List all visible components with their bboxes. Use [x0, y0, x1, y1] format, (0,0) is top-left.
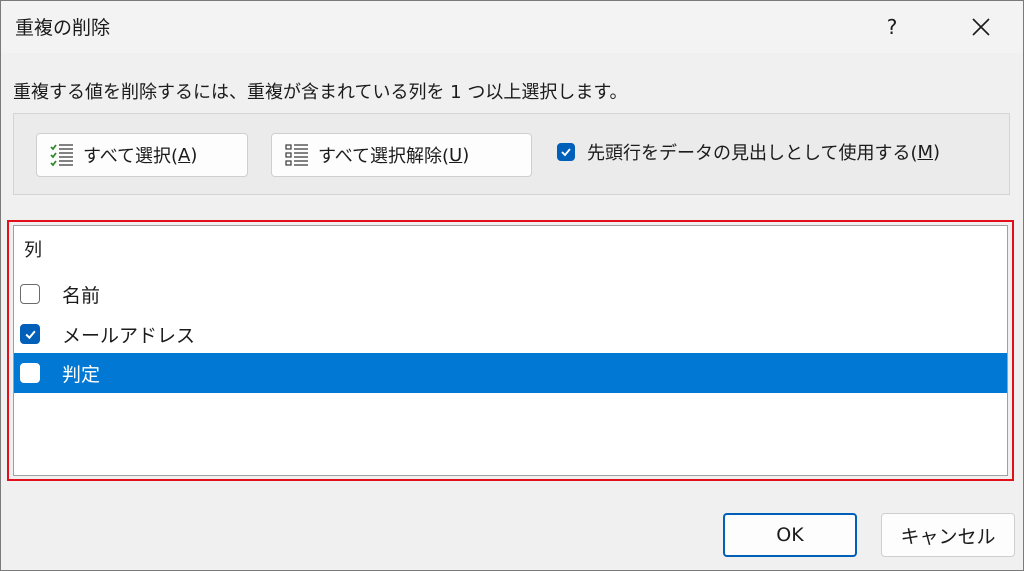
ok-button[interactable]: OK	[723, 513, 857, 557]
help-button[interactable]: ?	[867, 7, 917, 47]
deselect-all-suffix: )	[462, 144, 470, 166]
close-icon	[972, 18, 990, 36]
dialog-title: 重複の削除	[15, 17, 111, 39]
deselect-all-button[interactable]: すべて選択解除(U)	[271, 133, 532, 177]
select-all-suffix: )	[190, 144, 198, 166]
deselect-all-label: すべて選択解除(	[318, 146, 450, 167]
ok-button-label: OK	[776, 524, 804, 546]
select-all-label: すべて選択(	[83, 146, 179, 167]
headers-checkbox-suffix: )	[933, 141, 941, 163]
deselect-all-accelerator: U	[449, 144, 463, 166]
select-all-icon	[49, 142, 75, 168]
cancel-button[interactable]: キャンセル	[881, 513, 1015, 557]
instruction-text: 重複する値を削除するには、重複が含まれている列を 1 つ以上選択します。	[13, 82, 628, 103]
title-bar: 重複の削除 ?	[1, 1, 1023, 53]
deselect-all-icon	[284, 142, 310, 168]
select-all-button[interactable]: すべて選択(A)	[36, 133, 248, 177]
headers-checkbox-label: 先頭行をデータの見出しとして使用する(	[587, 143, 918, 164]
headers-checkbox-row[interactable]: 先頭行をデータの見出しとして使用する(M)	[557, 139, 940, 165]
headers-checkbox[interactable]	[557, 143, 575, 161]
headers-checkbox-accelerator: M	[917, 141, 934, 163]
checkmark-icon	[561, 148, 571, 157]
cancel-button-label: キャンセル	[900, 525, 996, 548]
select-all-accelerator: A	[178, 144, 191, 166]
annotation-highlight-box	[7, 220, 1014, 481]
close-button[interactable]	[951, 5, 1011, 49]
help-label: ?	[886, 15, 898, 39]
selection-toolbar: すべて選択(A) すべて選択解除(U) 先頭行をデータの見出しとして使用する(M…	[13, 113, 1010, 195]
remove-duplicates-dialog: 重複の削除 ? 重複する値を削除するには、重複が含まれている列を 1 つ以上選択…	[0, 0, 1024, 571]
